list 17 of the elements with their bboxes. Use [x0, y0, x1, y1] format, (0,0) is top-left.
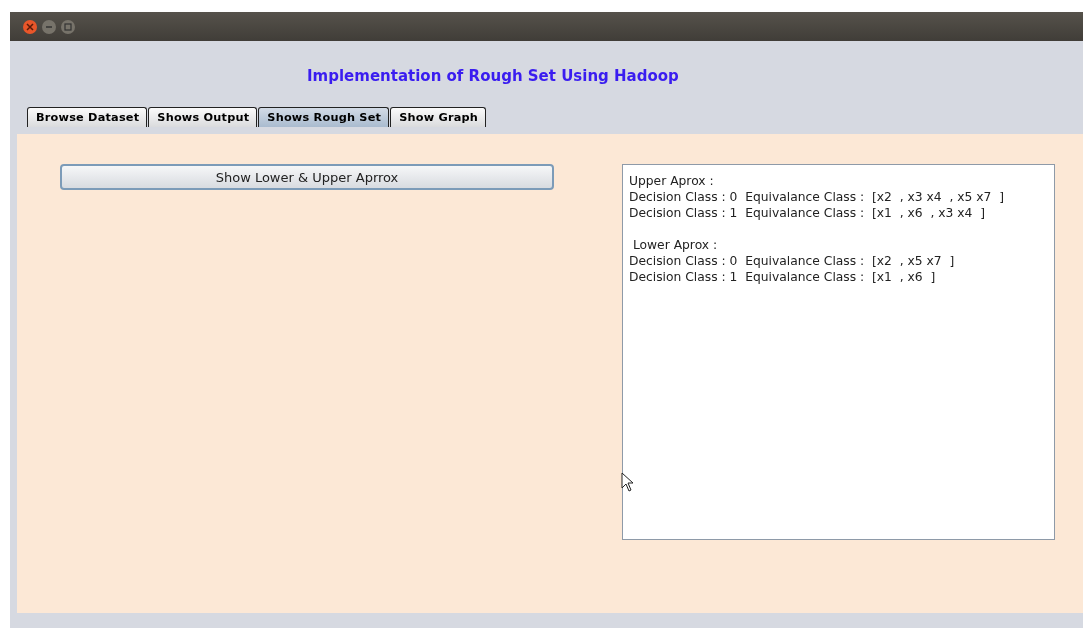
mouse-cursor-icon	[621, 472, 635, 492]
section-heading: Lower Aprox :	[631, 237, 719, 253]
output-text-area[interactable]	[622, 164, 1055, 540]
section-heading: Upper Aprox :	[629, 173, 715, 189]
output-line: Decision Class : 0 Equivalance Class : [x2 , x3 x4 , x5 x7 ]	[629, 189, 1006, 205]
show-approx-button[interactable]: Show Lower & Upper Aprrox	[60, 164, 554, 190]
close-icon[interactable]	[23, 19, 37, 34]
app-heading: Implementation of Rough Set Using Hadoop	[307, 67, 680, 85]
tab[interactable]: Shows Output	[148, 107, 258, 127]
output-line: Decision Class : 1 Equivalance Class : [x1 , x6 ]	[629, 269, 937, 285]
tab[interactable]: Show Graph	[390, 107, 487, 127]
output-line: Decision Class : 0 Equivalance Class : [x2 , x5 x7 ]	[629, 253, 956, 269]
tab[interactable]: Browse Dataset	[27, 107, 148, 127]
maximize-icon[interactable]	[61, 19, 75, 34]
output-line: Decision Class : 1 Equivalance Class : [x1 , x6 , x3 x4 ]	[629, 205, 986, 221]
minimize-icon[interactable]	[42, 19, 56, 34]
tab[interactable]: Shows Rough Set	[258, 107, 390, 127]
